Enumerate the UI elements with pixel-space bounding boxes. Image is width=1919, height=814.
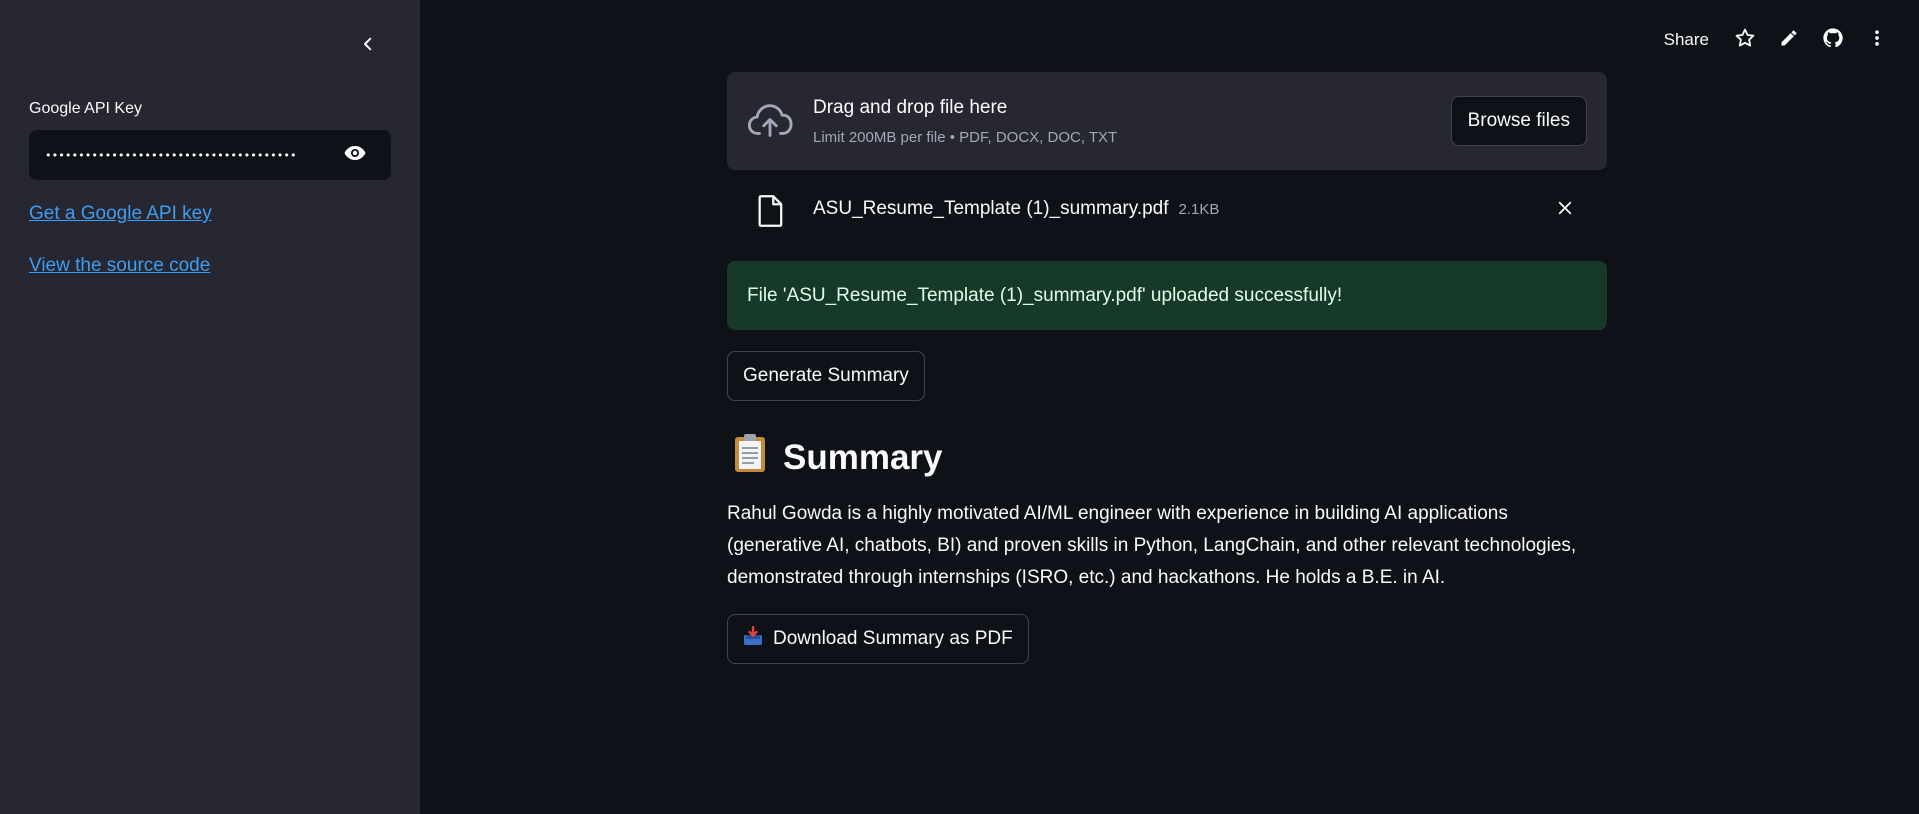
file-icon: [757, 194, 785, 233]
github-button[interactable]: [1811, 24, 1855, 56]
star-icon: [1734, 27, 1756, 54]
dropzone-title: Drag and drop file here: [813, 97, 1008, 118]
chevron-left-icon: [359, 35, 377, 58]
main-menu-button[interactable]: [1855, 24, 1899, 56]
show-password-button[interactable]: [341, 141, 369, 169]
clipboard-icon: [733, 433, 767, 482]
file-size: 2.1KB: [1178, 201, 1220, 218]
share-button[interactable]: Share: [1650, 26, 1723, 54]
pencil-icon: [1779, 28, 1799, 53]
sidebar: Google API Key Get a Google API key View…: [0, 0, 420, 814]
generate-summary-button[interactable]: Generate Summary: [727, 351, 925, 401]
success-alert: File 'ASU_Resume_Template (1)_summary.pd…: [727, 261, 1607, 330]
collapse-sidebar-button[interactable]: [354, 32, 382, 60]
api-key-input[interactable]: [45, 130, 321, 180]
download-pdf-button[interactable]: Download Summary as PDF: [727, 614, 1029, 664]
github-icon: [1822, 27, 1844, 54]
more-vertical-icon: [1867, 27, 1887, 54]
star-button[interactable]: [1723, 24, 1767, 56]
summary-heading: Summary: [727, 433, 943, 482]
remove-file-button[interactable]: [1551, 196, 1579, 224]
summary-text: Rahul Gowda is a highly motivated AI/ML …: [727, 503, 1577, 588]
summary-title: Summary: [783, 437, 943, 477]
api-key-field: [29, 130, 391, 180]
api-key-label: Google API Key: [29, 100, 142, 117]
view-source-link[interactable]: View the source code: [29, 255, 210, 277]
get-api-key-link[interactable]: Get a Google API key: [29, 203, 212, 225]
dropzone-subtitle: Limit 200MB per file • PDF, DOCX, DOC, T…: [813, 129, 1118, 146]
cloud-upload-icon: [747, 100, 793, 145]
eye-icon: [343, 141, 367, 170]
uploaded-file-row: ASU_Resume_Template (1)_summary.pdf 2.1KB: [727, 190, 1607, 230]
browse-files-button[interactable]: Browse files: [1450, 96, 1587, 146]
close-icon: [1556, 199, 1574, 222]
file-dropzone[interactable]: Drag and drop file here Limit 200MB per …: [727, 72, 1607, 170]
file-name: ASU_Resume_Template (1)_summary.pdf: [813, 198, 1169, 219]
edit-button[interactable]: [1767, 24, 1811, 56]
file-name-line: ASU_Resume_Template (1)_summary.pdf 2.1KB: [813, 198, 1219, 220]
main-content: Drag and drop file here Limit 200MB per …: [727, 0, 1607, 814]
inbox-tray-icon: [743, 625, 763, 652]
download-label: Download Summary as PDF: [773, 628, 1013, 649]
header-toolbar: Share: [1650, 24, 1899, 56]
